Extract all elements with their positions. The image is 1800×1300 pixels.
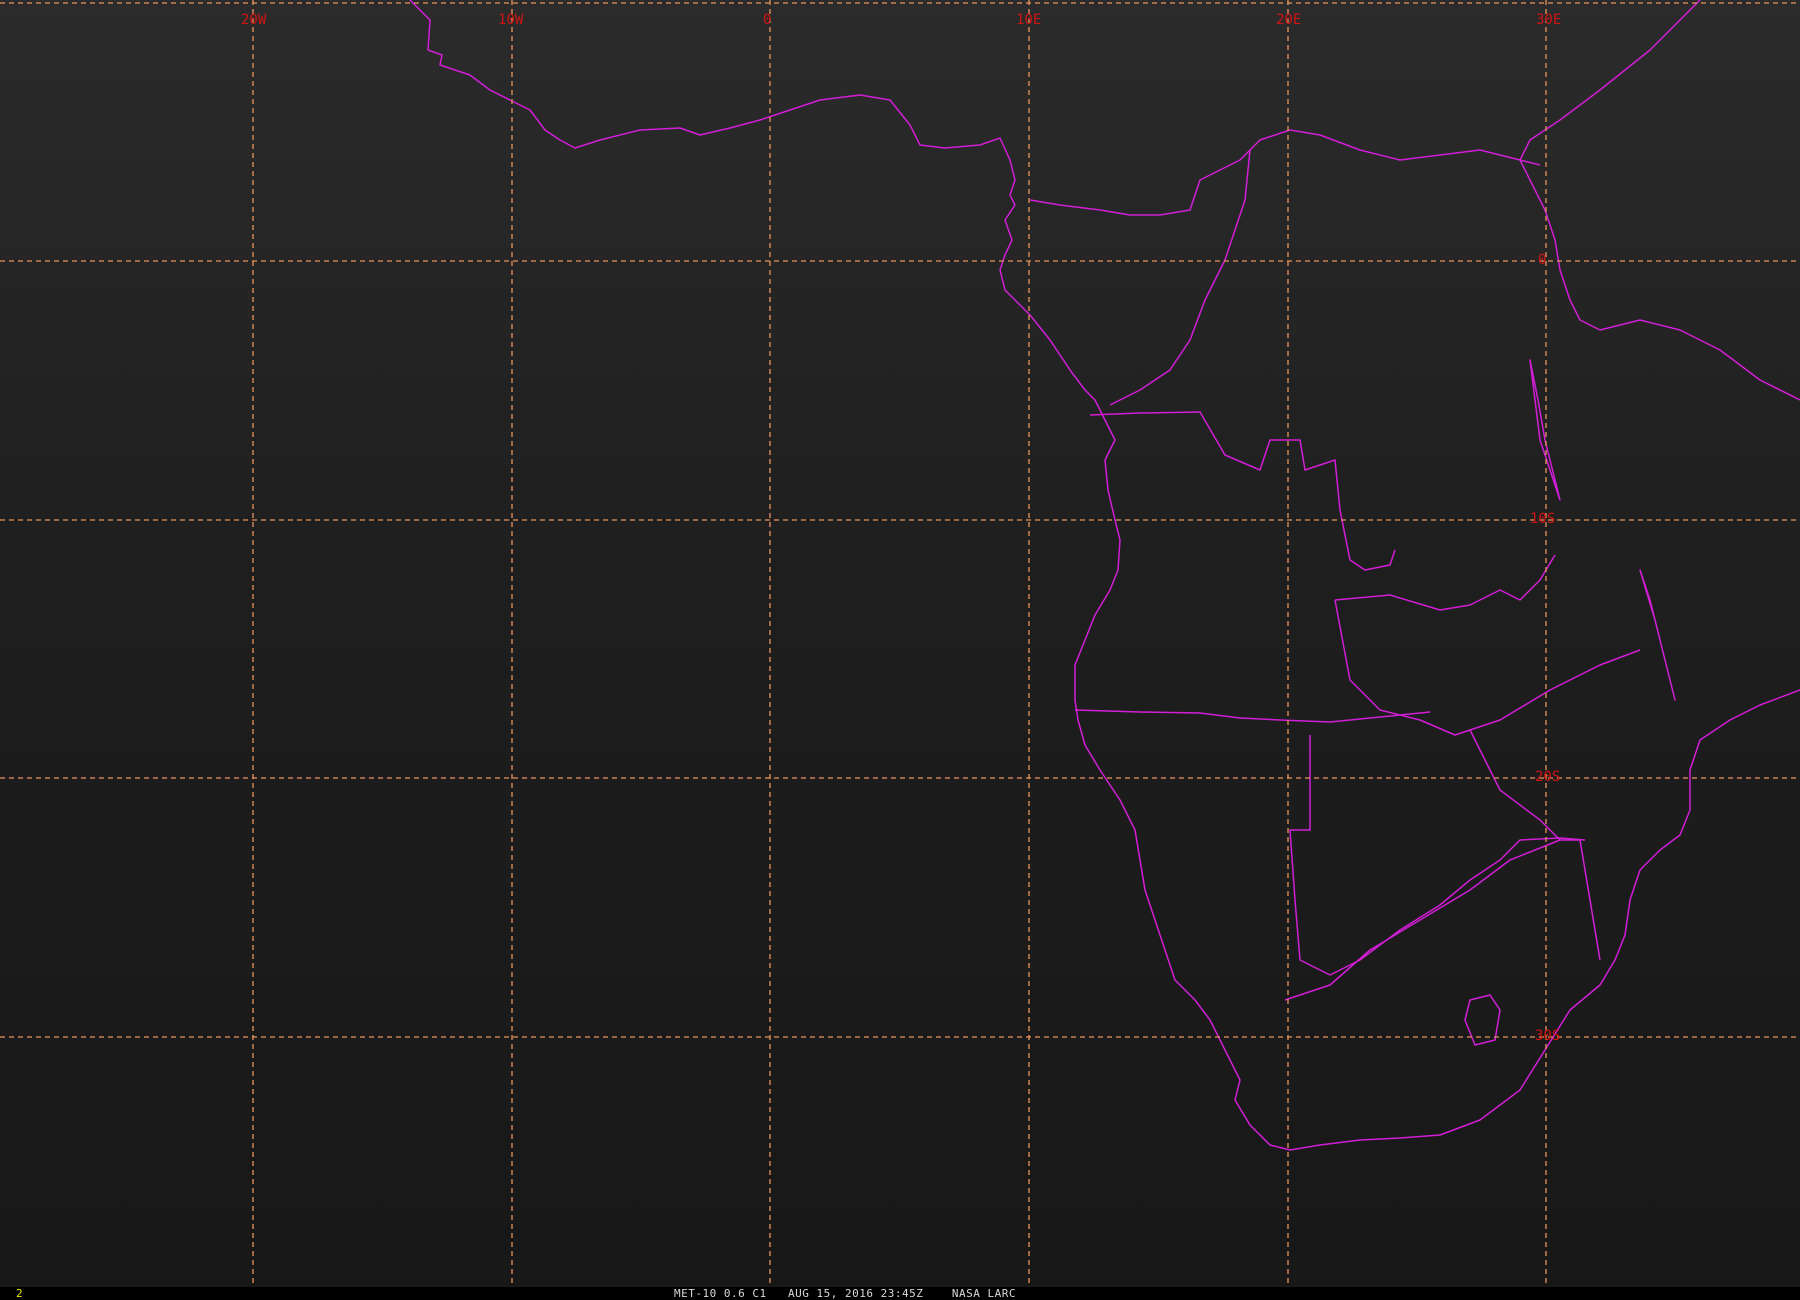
image-caption: MET-10 0.6 C1 AUG 15, 2016 23:45Z NASA L… — [674, 1287, 1016, 1300]
map-canvas: 20W 10W 0 10E 20E 30E 0 10S 20S 30S — [0, 0, 1800, 1287]
satellite-name: MET-10 — [674, 1287, 717, 1300]
lon-label-10e: 10E — [1016, 12, 1041, 28]
frame-number: 2 — [16, 1287, 23, 1300]
cloud-field-background — [0, 0, 1800, 1287]
lat-label-10s: 10S — [1530, 511, 1555, 527]
lat-label-0: 0 — [1538, 252, 1546, 268]
image-caption-bar: 2 MET-10 0.6 C1 AUG 15, 2016 23:45Z NASA… — [0, 1287, 1800, 1300]
lat-label-20s: 20S — [1535, 769, 1560, 785]
lon-label-20w: 20W — [241, 12, 267, 28]
image-time: 23:45Z — [880, 1287, 924, 1300]
band-wavelength: 0.6 — [723, 1287, 746, 1300]
lon-label-20e: 20E — [1276, 12, 1301, 28]
lon-label-0: 0 — [763, 12, 771, 28]
channel-id: C1 — [752, 1287, 767, 1300]
satellite-map: 20W 10W 0 10E 20E 30E 0 10S 20S 30S — [0, 0, 1800, 1287]
image-date: AUG 15, 2016 — [788, 1287, 874, 1300]
lon-label-30e: 30E — [1536, 12, 1561, 28]
lon-label-10w: 10W — [498, 12, 524, 28]
image-source: NASA LARC — [951, 1287, 1016, 1300]
lat-label-30s: 30S — [1535, 1028, 1560, 1044]
satellite-image-viewport[interactable]: 20W 10W 0 10E 20E 30E 0 10S 20S 30S 2 ME… — [0, 0, 1800, 1300]
